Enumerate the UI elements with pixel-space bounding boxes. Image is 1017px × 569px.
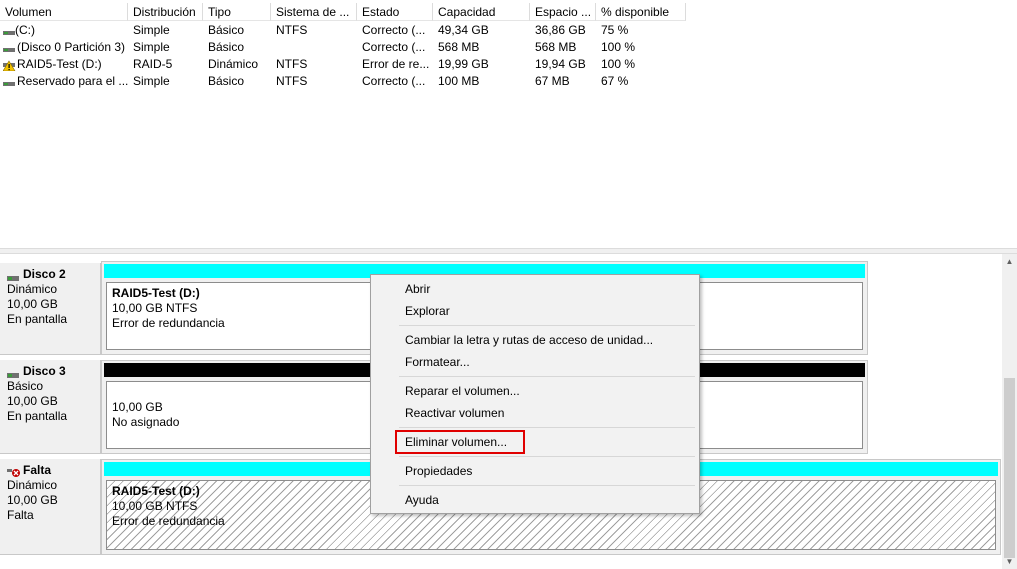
column-header-layout[interactable]: Distribución bbox=[128, 3, 203, 21]
cell-volume: RAID5-Test (D:) bbox=[17, 57, 102, 71]
cell-capacity: 49,34 GB bbox=[438, 23, 489, 37]
menu-item-format[interactable]: Formatear... bbox=[373, 351, 697, 373]
partition-status: Error de redundancia bbox=[112, 514, 225, 528]
cell-percent-free: 100 % bbox=[601, 40, 636, 54]
volume-icon bbox=[3, 77, 15, 86]
disk-state: Falta bbox=[7, 508, 34, 522]
volume-icon bbox=[3, 43, 15, 52]
cell-type: Básico bbox=[208, 40, 245, 54]
disk-label-disk2[interactable]: Disco 2 Dinámico 10,00 GB En pantalla bbox=[0, 263, 101, 355]
cell-filesystem: NTFS bbox=[276, 23, 308, 37]
cell-filesystem: NTFS bbox=[276, 57, 308, 71]
cell-free-space: 36,86 GB bbox=[535, 23, 586, 37]
disk-size: 10,00 GB bbox=[7, 394, 58, 408]
disk-name: Falta bbox=[23, 463, 52, 477]
scroll-down-icon[interactable]: ▼ bbox=[1002, 554, 1017, 569]
menu-separator bbox=[399, 376, 695, 377]
context-menu: Abrir Explorar Cambiar la letra y rutas … bbox=[370, 274, 700, 514]
column-header-status[interactable]: Estado bbox=[357, 3, 433, 21]
menu-separator bbox=[399, 456, 695, 457]
cell-capacity: 568 MB bbox=[438, 40, 480, 54]
cell-percent-free: 75 % bbox=[601, 23, 629, 37]
cell-free-space: 67 MB bbox=[535, 74, 570, 88]
disk-type: Dinámico bbox=[7, 478, 58, 492]
disk-label-missing[interactable]: Falta Dinámico 10,00 GB Falta bbox=[0, 459, 101, 555]
cell-type: Básico bbox=[208, 74, 245, 88]
table-row[interactable]: (Disco 0 Partición 3) Simple Básico Corr… bbox=[0, 39, 1017, 56]
cell-volume: (Disco 0 Partición 3) bbox=[17, 40, 126, 54]
cell-status: Correcto (... bbox=[362, 74, 426, 88]
disk-missing-icon bbox=[7, 467, 20, 477]
cell-free-space: 19,94 GB bbox=[535, 57, 586, 71]
cell-status: Error de re... bbox=[362, 57, 430, 71]
cell-free-space: 568 MB bbox=[535, 40, 577, 54]
menu-item-open[interactable]: Abrir bbox=[373, 278, 697, 300]
column-header-capacity[interactable]: Capacidad bbox=[433, 3, 530, 21]
menu-item-properties[interactable]: Propiedades bbox=[373, 460, 697, 482]
scrollbar-thumb[interactable] bbox=[1004, 378, 1015, 558]
column-header-percent-free[interactable]: % disponible bbox=[596, 3, 686, 21]
column-header-type[interactable]: Tipo bbox=[203, 3, 271, 21]
menu-separator bbox=[399, 427, 695, 428]
disk-state: En pantalla bbox=[7, 312, 68, 326]
disk-icon bbox=[7, 271, 20, 281]
table-row[interactable]: (C:) Simple Básico NTFS Correcto (... 49… bbox=[0, 22, 1017, 39]
disk-state: En pantalla bbox=[7, 409, 68, 423]
menu-item-reactivate-volume[interactable]: Reactivar volumen bbox=[373, 402, 697, 424]
cell-percent-free: 100 % bbox=[601, 57, 636, 71]
cell-filesystem bbox=[271, 39, 357, 56]
cell-volume: (C:) bbox=[15, 23, 35, 37]
disk-type: Dinámico bbox=[7, 282, 58, 296]
menu-separator bbox=[399, 325, 695, 326]
table-row[interactable]: RAID5-Test (D:) RAID-5 Dinámico NTFS Err… bbox=[0, 56, 1017, 73]
disk-size: 10,00 GB bbox=[7, 493, 58, 507]
menu-separator bbox=[399, 485, 695, 486]
scroll-up-icon[interactable]: ▲ bbox=[1002, 254, 1017, 269]
disk-type: Básico bbox=[7, 379, 44, 393]
cell-layout: RAID-5 bbox=[133, 57, 173, 71]
cell-filesystem: NTFS bbox=[276, 74, 308, 88]
column-header-filesystem[interactable]: Sistema de ... bbox=[271, 3, 357, 21]
disk-label-disk3[interactable]: Disco 3 Básico 10,00 GB En pantalla bbox=[0, 360, 101, 454]
disk-name: Disco 3 bbox=[23, 364, 66, 378]
menu-item-repair-volume[interactable]: Reparar el volumen... bbox=[373, 380, 697, 402]
cell-status: Correcto (... bbox=[362, 40, 426, 54]
cell-layout: Simple bbox=[133, 23, 170, 37]
column-header-volume[interactable]: Volumen bbox=[0, 3, 128, 21]
cell-status: Correcto (... bbox=[362, 23, 426, 37]
cell-type: Básico bbox=[208, 23, 245, 37]
cell-volume: Reservado para el ... bbox=[17, 74, 128, 88]
disk-name: Disco 2 bbox=[23, 267, 66, 281]
column-header-free-space[interactable]: Espacio ... bbox=[530, 3, 596, 21]
menu-item-change-drive-letter[interactable]: Cambiar la letra y rutas de acceso de un… bbox=[373, 329, 697, 351]
menu-item-explore[interactable]: Explorar bbox=[373, 300, 697, 322]
disk-size: 10,00 GB bbox=[7, 297, 58, 311]
delete-volume-highlight bbox=[395, 430, 525, 454]
volume-warning-icon bbox=[2, 60, 16, 72]
cell-layout: Simple bbox=[133, 40, 170, 54]
volume-list: Volumen Distribución Tipo Sistema de ...… bbox=[0, 0, 1017, 248]
cell-capacity: 100 MB bbox=[438, 74, 480, 88]
volume-list-header: Volumen Distribución Tipo Sistema de ...… bbox=[0, 3, 1017, 21]
vertical-scrollbar[interactable]: ▲ ▼ bbox=[1002, 254, 1017, 569]
cell-layout: Simple bbox=[133, 74, 170, 88]
table-row[interactable]: Reservado para el ... Simple Básico NTFS… bbox=[0, 73, 1017, 90]
cell-capacity: 19,99 GB bbox=[438, 57, 489, 71]
cell-percent-free: 67 % bbox=[601, 74, 629, 88]
volume-icon bbox=[3, 26, 15, 35]
disk-icon bbox=[7, 368, 20, 378]
menu-item-help[interactable]: Ayuda bbox=[373, 489, 697, 511]
cell-type: Dinámico bbox=[208, 57, 259, 71]
